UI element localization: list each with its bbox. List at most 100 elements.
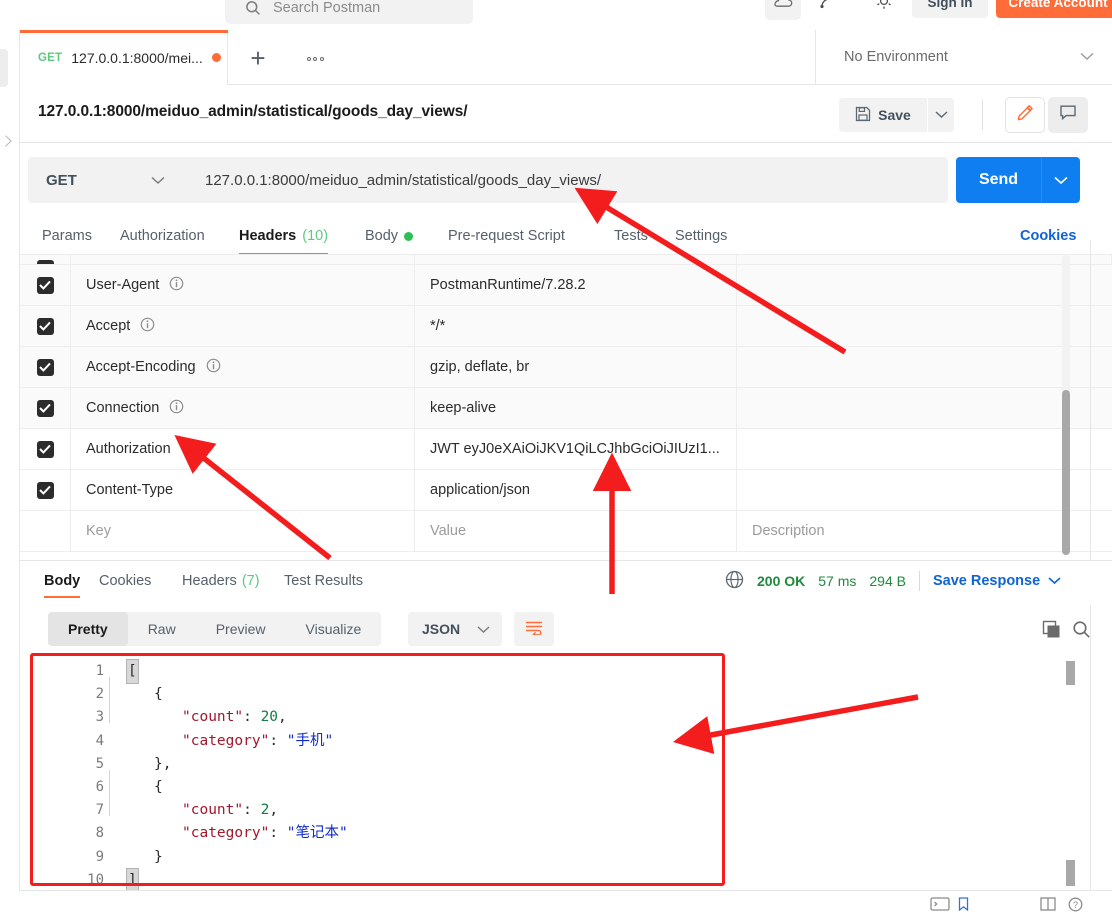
header-description-cell[interactable] — [737, 429, 1112, 470]
request-name[interactable]: 127.0.0.1:8000/meiduo_admin/statistical/… — [38, 103, 468, 121]
header-enable-checkbox[interactable] — [20, 264, 71, 306]
header-enable-checkbox[interactable] — [20, 469, 71, 511]
header-enable-checkbox[interactable] — [20, 510, 71, 552]
headers-scrollbar-thumb[interactable] — [1062, 390, 1070, 555]
checkbox-checked[interactable] — [36, 399, 54, 417]
checkbox-checked[interactable] — [36, 358, 54, 376]
header-key-cell[interactable]: Accept-Encoding — [71, 346, 415, 388]
checkbox-checked[interactable] — [36, 276, 54, 294]
request-tab-item[interactable]: GET 127.0.0.1:8000/mei... — [20, 30, 228, 85]
header-enable-checkbox[interactable] — [20, 428, 71, 470]
tab-more-options-button[interactable] — [298, 48, 332, 70]
header-value-cell[interactable]: application/json — [415, 469, 737, 511]
copy-to-clipboard-button[interactable] — [1042, 620, 1061, 644]
save-response-button[interactable]: Save Response — [933, 573, 1061, 589]
sidebar-handle[interactable] — [0, 49, 8, 87]
response-body-code[interactable]: 1[2{3 "count": 20, 4 "category": "手机" 5}, 6{7… — [66, 659, 348, 890]
tab-settings[interactable]: Settings — [675, 217, 727, 255]
response-body-viewer[interactable]: 1[2{3 "count": 20, 4 "category": "手机" 5}, 6{7… — [20, 653, 1112, 890]
tab-authorization[interactable]: Authorization — [120, 217, 205, 255]
header-key-cell[interactable]: Accept — [71, 305, 415, 347]
tab-params[interactable]: Params — [42, 217, 92, 255]
checkbox-checked[interactable] — [36, 481, 54, 499]
header-description-cell[interactable] — [737, 347, 1112, 388]
create-account-button[interactable]: Create Account — [996, 0, 1112, 18]
tab-body[interactable]: Body — [365, 217, 414, 255]
response-tab-headers[interactable]: Headers (7) — [182, 561, 260, 600]
cloud-sync-button[interactable] — [765, 0, 801, 20]
header-value-cell[interactable]: keep-alive — [415, 387, 737, 429]
info-icon[interactable] — [206, 358, 221, 377]
viewer-mode-pretty[interactable]: Pretty — [48, 612, 128, 646]
header-description-cell[interactable]: Description — [737, 511, 1112, 552]
header-key-cell[interactable]: Authorization — [71, 428, 415, 470]
table-row[interactable]: Accept */* — [20, 305, 1112, 347]
search-response-button[interactable] — [1072, 620, 1091, 644]
response-format-selector[interactable]: JSON — [408, 612, 502, 646]
bookmark-icon[interactable] — [958, 897, 969, 915]
header-key-cell[interactable]: User-Agent — [71, 264, 415, 306]
response-tab-test-results[interactable]: Test Results — [284, 561, 363, 600]
header-key-cell[interactable]: Content-Type — [71, 469, 415, 511]
tab-tests[interactable]: Tests — [614, 217, 648, 255]
help-icon[interactable]: ? — [1068, 897, 1083, 915]
layout-icon[interactable] — [1040, 897, 1056, 915]
table-row[interactable]: Accept-Encoding gzip, deflate, br — [20, 346, 1112, 388]
comments-button[interactable] — [1048, 97, 1088, 133]
save-options-button[interactable] — [928, 98, 954, 132]
header-value-cell[interactable]: gzip, deflate, br — [415, 346, 737, 388]
search-input[interactable]: Search Postman — [225, 0, 473, 24]
info-icon[interactable] — [140, 317, 155, 336]
word-wrap-button[interactable] — [514, 612, 554, 646]
response-tab-body[interactable]: Body — [44, 561, 81, 600]
globe-icon[interactable] — [725, 570, 744, 592]
left-sidebar-collapsed[interactable] — [0, 29, 20, 915]
code-scrollbar-track[interactable] — [1066, 659, 1075, 888]
header-value-cell[interactable]: JWT eyJ0eXAiOiJKV1QiLCJhbGciOiJIUzI1... — [415, 428, 737, 470]
header-enable-checkbox[interactable] — [20, 305, 71, 347]
send-options-button[interactable] — [1042, 176, 1080, 185]
header-value-cell[interactable]: */* — [415, 305, 737, 347]
settings-button[interactable] — [868, 0, 900, 18]
header-description-cell[interactable] — [737, 388, 1112, 429]
table-row[interactable]: Key Value Description — [20, 510, 1112, 552]
broadcast-button[interactable] — [812, 0, 844, 18]
info-icon[interactable] — [169, 399, 184, 418]
header-description-cell[interactable] — [737, 265, 1112, 306]
code-scrollbar-thumb-bottom[interactable] — [1066, 860, 1075, 886]
viewer-mode-preview[interactable]: Preview — [196, 612, 286, 646]
viewer-mode-visualize[interactable]: Visualize — [286, 612, 382, 646]
http-method-selector[interactable]: GET — [28, 157, 183, 203]
header-key-cell[interactable]: Key — [71, 510, 415, 552]
header-key-cell[interactable]: Connection — [71, 387, 415, 429]
table-row[interactable]: Authorization JWT eyJ0eXAiOiJKV1QiLCJhbGc… — [20, 428, 1112, 470]
cookies-link[interactable]: Cookies — [1020, 217, 1076, 255]
header-enable-checkbox[interactable] — [20, 387, 71, 429]
header-description-cell[interactable] — [737, 306, 1112, 347]
response-tab-cookies[interactable]: Cookies — [99, 561, 151, 600]
viewer-mode-raw[interactable]: Raw — [128, 612, 196, 646]
url-input[interactable]: 127.0.0.1:8000/meiduo_admin/statistical/… — [183, 157, 948, 203]
table-row-partial[interactable] — [20, 255, 1112, 265]
sign-in-button[interactable]: Sign In — [912, 0, 988, 18]
code-scrollbar-thumb-top[interactable] — [1066, 661, 1075, 685]
header-enable-checkbox[interactable] — [20, 346, 71, 388]
environment-selector[interactable]: No Environment — [815, 30, 1112, 84]
checkbox-checked[interactable] — [36, 317, 54, 335]
new-tab-button[interactable]: + — [244, 44, 272, 72]
checkbox-unchecked[interactable] — [37, 523, 54, 540]
table-row[interactable]: Connection keep-alive — [20, 387, 1112, 429]
tab-headers[interactable]: Headers (10) — [239, 217, 329, 255]
console-icon[interactable] — [930, 897, 950, 915]
table-row[interactable]: User-Agent PostmanRuntime/7.28.2 — [20, 264, 1112, 306]
header-value-cell[interactable]: Value — [415, 510, 737, 552]
header-description-cell[interactable] — [737, 470, 1112, 511]
header-value-cell[interactable]: PostmanRuntime/7.28.2 — [415, 264, 737, 306]
send-button-group[interactable]: Send — [956, 157, 1080, 203]
info-icon[interactable] — [169, 276, 184, 295]
checkbox-checked[interactable] — [36, 440, 54, 458]
table-row[interactable]: Content-Type application/json — [20, 469, 1112, 511]
tab-pre-request-script[interactable]: Pre-request Script — [448, 217, 565, 255]
edit-request-button[interactable] — [1005, 97, 1045, 133]
send-button[interactable]: Send — [956, 171, 1041, 189]
